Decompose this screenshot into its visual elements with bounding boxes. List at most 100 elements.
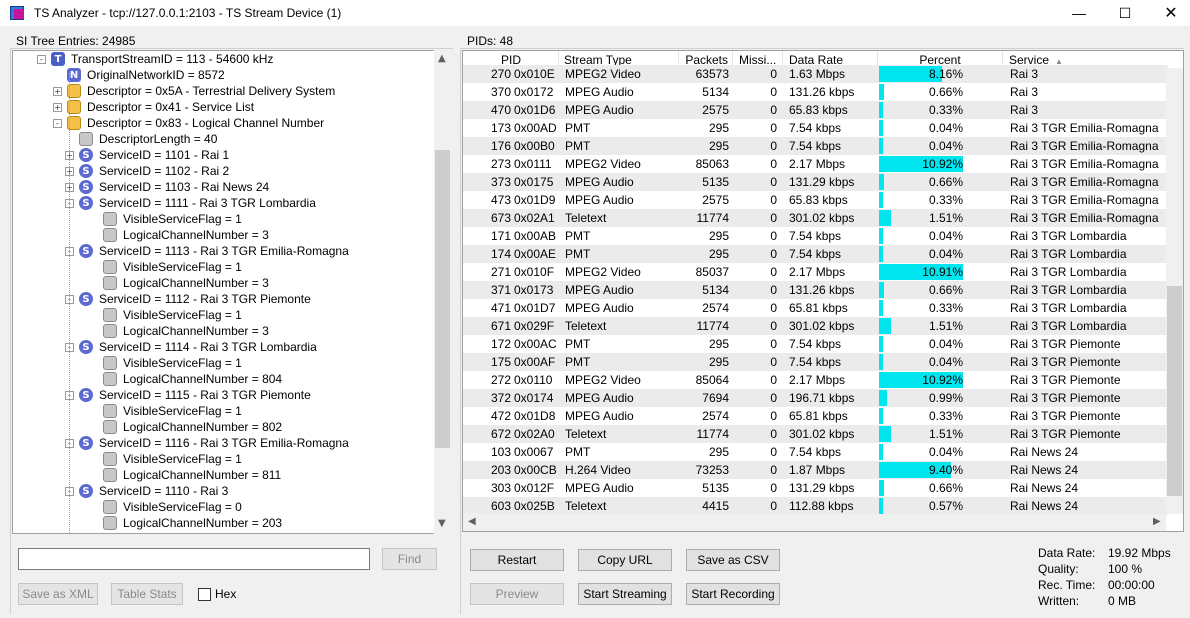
tree-node[interactable]: VisibleServiceFlag = 1 — [89, 307, 242, 323]
tree-node[interactable]: LogicalChannelNumber = 804 — [89, 371, 282, 387]
table-row[interactable]: 472 0x01D8 MPEG Audio 2574 0 65.81 kbps Rai 3 … — [463, 407, 1168, 425]
tree-node[interactable]: N OriginalNetworkID = 8572 — [53, 67, 225, 83]
missing-cell: 0 — [770, 301, 777, 315]
tree-node[interactable]: LogicalChannelNumber = 3 — [89, 275, 269, 291]
app-logo-icon — [10, 5, 26, 21]
tree-node[interactable]: LogicalChannelNumber = 3 — [89, 323, 269, 339]
table-row[interactable]: 303 0x012F MPEG Audio 5135 0 131.29 kbps Rai N… — [463, 479, 1168, 497]
table-row[interactable]: 174 0x00AE PMT 295 0 7.54 kbps Rai 3 TGR Lomba… — [463, 245, 1168, 263]
table-row[interactable]: 673 0x02A1 Teletext 11774 0 301.02 kbps Rai 3 … — [463, 209, 1168, 227]
table-scroll-thumb[interactable] — [1167, 286, 1182, 496]
tree-node-label: ServiceID = 1113 - Rai 3 TGR Emilia-Roma… — [99, 244, 349, 258]
tree-node[interactable]: - S ServiceID = 1113 - Rai 3 TGR Emilia-Ro… — [65, 243, 349, 259]
tree-node[interactable]: VisibleServiceFlag = 1 — [89, 403, 242, 419]
tree-scroll-thumb[interactable] — [435, 150, 450, 448]
table-row[interactable]: 175 0x00AF PMT 295 0 7.54 kbps Rai 3 TGR Piemo… — [463, 353, 1168, 371]
tree-node[interactable]: - S ServiceID = 1116 - Rai 3 TGR Emilia-Ro… — [65, 435, 349, 451]
table-row[interactable]: 370 0x0172 MPEG Audio 5134 0 131.26 kbps Rai 3… — [463, 83, 1168, 101]
hex-checkbox[interactable] — [198, 588, 211, 601]
tree-node[interactable]: + S ServiceID = 1102 - Rai 2 — [65, 163, 229, 179]
service-cell: Rai News 24 — [1010, 445, 1079, 459]
si-tree-view[interactable]: - T TransportStreamID = 113 - 54600 kHz N Or… — [12, 50, 451, 534]
pid-cell: 303 — [490, 481, 511, 495]
tree-node[interactable]: LogicalChannelNumber = 802 — [89, 419, 282, 435]
find-input[interactable] — [18, 548, 370, 570]
table-row[interactable]: 373 0x0175 MPEG Audio 5135 0 131.29 kbps Rai 3… — [463, 173, 1168, 191]
pid-cell: 371 — [490, 283, 511, 297]
save-as-xml-button[interactable]: Save as XML — [18, 583, 98, 605]
table-row[interactable]: 471 0x01D7 MPEG Audio 2574 0 65.81 kbps Rai 3 … — [463, 299, 1168, 317]
tree-node[interactable]: - S ServiceID = 1110 - Rai 3 — [65, 483, 228, 499]
find-button[interactable]: Find — [382, 548, 437, 570]
scroll-left-icon[interactable]: ◀ — [468, 516, 476, 527]
maximize-button[interactable]: ☐ — [1102, 0, 1148, 26]
table-horizontal-scrollbar[interactable] — [463, 514, 1166, 531]
table-row[interactable]: 270 0x010E MPEG2 Video 63573 0 1.63 Mbps Rai 3… — [463, 65, 1168, 83]
scroll-down-icon[interactable]: ▼ — [438, 518, 446, 529]
table-row[interactable]: 371 0x0173 MPEG Audio 5134 0 131.26 kbps Rai 3… — [463, 281, 1168, 299]
table-row[interactable]: 203 0x00CB H.264 Video 73253 0 1.87 Mbps Rai N… — [463, 461, 1168, 479]
expand-icon[interactable]: + — [53, 102, 62, 112]
close-button[interactable]: ✕ — [1148, 0, 1190, 26]
tree-node[interactable]: - S ServiceID = 1111 - Rai 3 TGR Lombardia — [65, 195, 316, 211]
table-row[interactable]: 273 0x0111 MPEG2 Video 85063 0 2.17 Mbps Rai 3… — [463, 155, 1168, 173]
tree-node[interactable]: VisibleServiceFlag = 1 — [89, 259, 242, 275]
field-icon — [103, 356, 117, 370]
table-stats-button[interactable]: Table Stats — [111, 583, 183, 605]
table-row[interactable]: 103 0x0067 PMT 295 0 7.54 kbps Rai News 24 0.04… — [463, 443, 1168, 461]
service-icon: S — [79, 244, 93, 258]
pid-table[interactable]: PID Stream Type Packets Missi... Data Ra… — [462, 50, 1184, 532]
tree-node[interactable]: VisibleServiceFlag = 1 — [89, 451, 242, 467]
scroll-up-icon[interactable]: ▲ — [438, 53, 446, 64]
restart-button[interactable]: Restart — [470, 549, 564, 571]
tree-node[interactable]: - S ServiceID = 1114 - Rai 3 TGR Lombardia — [65, 339, 317, 355]
pid-cell: 471 — [490, 301, 511, 315]
start-streaming-button[interactable]: Start Streaming — [578, 583, 672, 605]
save-as-csv-button[interactable]: Save as CSV — [686, 549, 780, 571]
tree-node[interactable]: LogicalChannelNumber = 811 — [89, 467, 281, 483]
tree-node[interactable]: - S ServiceID = 1115 - Rai 3 TGR Piemonte — [65, 387, 311, 403]
minimize-button[interactable]: — — [1056, 0, 1102, 26]
table-row[interactable]: 372 0x0174 MPEG Audio 7694 0 196.71 kbps Rai 3… — [463, 389, 1168, 407]
tree-node[interactable]: VisibleServiceFlag = 1 — [89, 355, 242, 371]
table-row[interactable]: 603 0x025B Teletext 4415 0 112.88 kbps Rai New… — [463, 497, 1168, 515]
tree-node[interactable]: VisibleServiceFlag = 1 — [89, 211, 242, 227]
tree-node[interactable]: + Descriptor = 0x5A - Terrestrial Deliver… — [53, 83, 335, 99]
table-row[interactable]: 171 0x00AB PMT 295 0 7.54 kbps Rai 3 TGR Lomba… — [463, 227, 1168, 245]
copy-url-button[interactable]: Copy URL — [578, 549, 672, 571]
table-row[interactable]: 176 0x00B0 PMT 295 0 7.54 kbps Rai 3 TGR Emili… — [463, 137, 1168, 155]
tree-node[interactable]: + Descriptor = 0x41 - Service List — [53, 99, 254, 115]
service-cell: Rai 3 TGR Emilia-Romagna — [1010, 175, 1159, 189]
field-icon — [103, 260, 117, 274]
expand-icon[interactable]: + — [53, 86, 62, 96]
table-row[interactable]: 672 0x02A0 Teletext 11774 0 301.02 kbps Rai 3 … — [463, 425, 1168, 443]
pid-hex-cell: 0x025B — [514, 499, 555, 513]
service-cell: Rai 3 TGR Emilia-Romagna — [1010, 139, 1159, 153]
table-row[interactable]: 470 0x01D6 MPEG Audio 2575 0 65.83 kbps Rai 3 0… — [463, 101, 1168, 119]
collapse-icon[interactable]: - — [37, 54, 46, 64]
tree-node[interactable]: + S ServiceID = 1101 - Rai 1 — [65, 147, 229, 163]
table-row[interactable]: 272 0x0110 MPEG2 Video 85064 0 2.17 Mbps Rai 3… — [463, 371, 1168, 389]
scroll-right-icon[interactable]: ▶ — [1153, 516, 1161, 527]
table-row[interactable]: 172 0x00AC PMT 295 0 7.54 kbps Rai 3 TGR Piemo… — [463, 335, 1168, 353]
tree-node-label: VisibleServiceFlag = 1 — [123, 356, 242, 370]
tree-node[interactable]: DescriptorLength = 40 — [65, 131, 217, 147]
tree-node[interactable]: LogicalChannelNumber = 203 — [89, 515, 282, 531]
missing-cell: 0 — [770, 355, 777, 369]
start-recording-button[interactable]: Start Recording — [686, 583, 780, 605]
table-row[interactable]: 271 0x010F MPEG2 Video 85037 0 2.17 Mbps Rai 3… — [463, 263, 1168, 281]
table-row[interactable]: 173 0x00AD PMT 295 0 7.54 kbps Rai 3 TGR Emili… — [463, 119, 1168, 137]
table-row[interactable]: 473 0x01D9 MPEG Audio 2575 0 65.83 kbps Rai 3 … — [463, 191, 1168, 209]
collapse-icon[interactable]: - — [53, 118, 62, 128]
tree-node[interactable]: - Descriptor = 0x83 - Logical Channel Num… — [53, 115, 324, 131]
tree-node[interactable]: LogicalChannelNumber = 3 — [89, 227, 269, 243]
tree-node[interactable]: - T TransportStreamID = 113 - 54600 kHz — [37, 51, 273, 67]
table-row[interactable]: 671 0x029F Teletext 11774 0 301.02 kbps Rai 3 … — [463, 317, 1168, 335]
tree-node[interactable]: - S ServiceID = 1112 - Rai 3 TGR Piemonte — [65, 291, 311, 307]
packets-cell: 295 — [708, 247, 729, 261]
preview-button[interactable]: Preview — [470, 583, 564, 605]
tree-node[interactable]: + S ServiceID = 1103 - Rai News 24 — [65, 179, 269, 195]
tree-node[interactable]: VisibleServiceFlag = 0 — [89, 499, 242, 515]
stream-type-cell: MPEG Audio — [565, 283, 634, 297]
service-cell: Rai 3 TGR Lombardia — [1010, 229, 1127, 243]
